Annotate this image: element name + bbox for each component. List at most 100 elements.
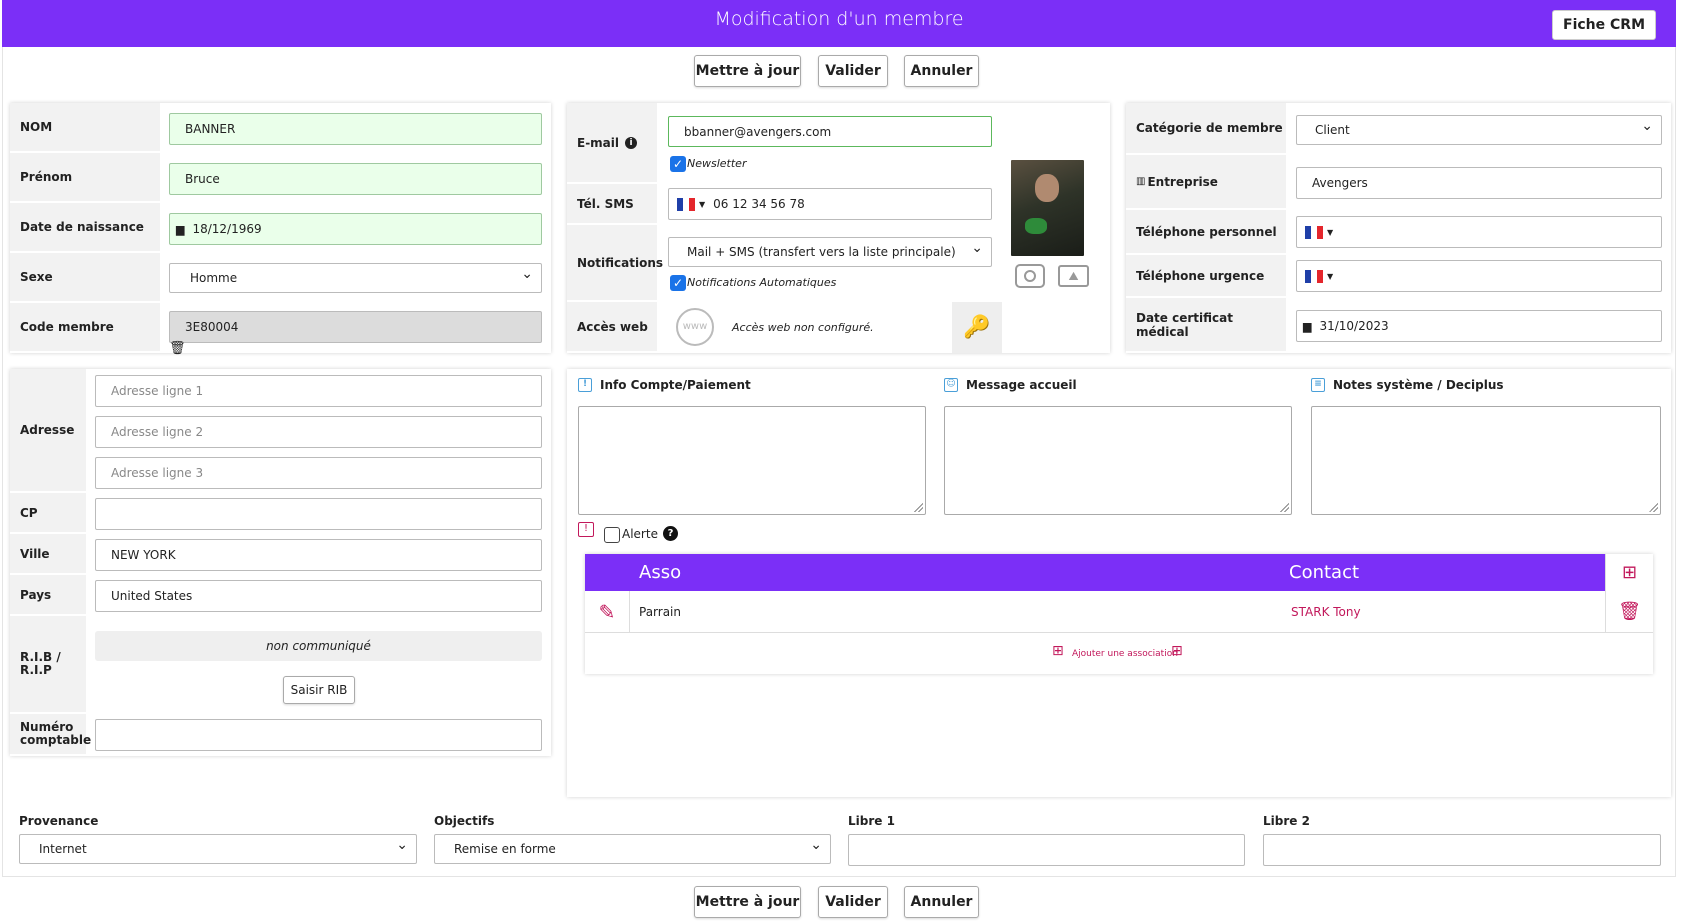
- dob-input[interactable]: ▆ 18/12/1969: [169, 213, 542, 245]
- pays-input[interactable]: United States: [95, 580, 542, 612]
- add-doc-left-icon[interactable]: ⊞: [1052, 643, 1064, 659]
- alert-icon: !: [578, 522, 594, 537]
- camera-lens: [1024, 270, 1036, 282]
- cp-input[interactable]: [95, 498, 542, 530]
- nom-input[interactable]: BANNER: [169, 113, 542, 145]
- address-line2-input[interactable]: Adresse ligne 2: [95, 416, 542, 448]
- libre1-label: Libre 1: [848, 814, 895, 828]
- welcome-msg-label-text: Message accueil: [966, 378, 1077, 392]
- france-flag-icon[interactable]: [1305, 225, 1323, 239]
- dropdown-arrow-icon[interactable]: ▼: [699, 200, 705, 209]
- info-note-icon: !: [578, 378, 592, 392]
- phone-urgent-input[interactable]: ▼: [1296, 260, 1662, 292]
- code-label: Code membre: [10, 303, 160, 353]
- dropdown-arrow-icon[interactable]: ▼: [1327, 272, 1333, 281]
- objectifs-value: Remise en forme: [454, 842, 556, 856]
- welcome-msg-label: ☺ Message accueil: [944, 378, 1077, 392]
- ville-label: Ville: [10, 534, 86, 575]
- email-input[interactable]: bbanner@avengers.com: [668, 116, 992, 147]
- rib-label-line2: R.I.P: [20, 663, 52, 677]
- category-value: Client: [1315, 123, 1350, 137]
- update-button-top[interactable]: Mettre à jour: [694, 55, 801, 87]
- prenom-input[interactable]: Bruce: [169, 163, 542, 195]
- rib-status: non communiqué: [95, 631, 542, 661]
- sexe-select[interactable]: Homme: [169, 263, 542, 293]
- photo-green-hand: [1025, 218, 1047, 234]
- france-flag-icon[interactable]: [1305, 269, 1323, 283]
- provenance-select[interactable]: Internet: [19, 834, 417, 864]
- auto-notif-checkbox[interactable]: ✓: [670, 275, 686, 291]
- crm-sheet-button[interactable]: Fiche CRM: [1552, 10, 1656, 40]
- address-line3-input[interactable]: Adresse ligne 3: [95, 457, 542, 489]
- france-flag-icon[interactable]: [677, 197, 695, 211]
- sexe-label: Sexe: [10, 253, 160, 303]
- info-account-textarea[interactable]: [578, 406, 926, 515]
- add-doc-icon[interactable]: ⊞: [1605, 554, 1653, 591]
- dob-label: Date de naissance: [10, 203, 160, 253]
- libre1-input[interactable]: [848, 834, 1245, 866]
- newsletter-checkbox[interactable]: ✓: [670, 156, 686, 172]
- add-association-link[interactable]: Ajouter une association: [1072, 649, 1178, 659]
- enter-rib-button[interactable]: Saisir RIB: [283, 676, 355, 704]
- system-notes-label: ≡ Notes système / Deciplus: [1311, 378, 1504, 392]
- calendar-icon: ▆: [1303, 319, 1312, 333]
- pays-label: Pays: [10, 575, 86, 616]
- col-contact-header: Contact: [1289, 562, 1360, 583]
- libre2-input[interactable]: [1263, 834, 1661, 866]
- welcome-note-icon: ☺: [944, 378, 958, 392]
- company-label-text: Entreprise: [1147, 174, 1218, 189]
- building-icon: ▥: [1136, 176, 1146, 187]
- web-access-config-icon[interactable]: 🔑: [952, 302, 1002, 353]
- web-status: Accès web non configuré.: [732, 321, 874, 334]
- code-input: 3E80004: [169, 311, 542, 343]
- company-label: ▥ Entreprise: [1126, 155, 1286, 210]
- address-line1-input[interactable]: Adresse ligne 1: [95, 375, 542, 407]
- sms-input[interactable]: ▼ 06 12 34 56 78: [668, 188, 992, 220]
- objectifs-select[interactable]: Remise en forme: [434, 834, 831, 864]
- category-select[interactable]: Client: [1296, 115, 1662, 145]
- info-icon[interactable]: i: [625, 136, 638, 149]
- validate-button-bottom[interactable]: Valider: [818, 886, 888, 918]
- info-account-label-text: Info Compte/Paiement: [600, 378, 751, 392]
- help-icon[interactable]: ?: [663, 526, 678, 541]
- photo-face: [1035, 174, 1059, 202]
- medical-input[interactable]: ▆ 31/10/2023: [1296, 310, 1662, 342]
- association-header: [585, 554, 1605, 591]
- trash-icon[interactable]: 🗑: [169, 341, 186, 356]
- phone-personal-input[interactable]: ▼: [1296, 216, 1662, 248]
- row-contact-link[interactable]: STARK Tony: [1291, 605, 1361, 619]
- provenance-value: Internet: [39, 842, 87, 856]
- camera-icon[interactable]: [1015, 264, 1045, 288]
- alert-checkbox[interactable]: [604, 527, 620, 543]
- row-asso-cell: Parrain: [639, 605, 681, 619]
- ville-input[interactable]: NEW YORK: [95, 539, 542, 571]
- company-input[interactable]: Avengers: [1296, 167, 1662, 199]
- provenance-label: Provenance: [19, 814, 99, 828]
- notif-select[interactable]: Mail + SMS (transfert vers la liste prin…: [668, 237, 992, 267]
- member-photo: [1011, 160, 1084, 256]
- edit-pencil-icon[interactable]: ✎: [585, 591, 630, 633]
- alert-label: Alerte: [622, 527, 658, 541]
- header-bar: Modification d'un membre Fiche CRM: [2, 0, 1676, 47]
- email-label: E-mail i: [567, 103, 657, 184]
- update-button-bottom[interactable]: Mettre à jour: [694, 886, 801, 918]
- cancel-button-top[interactable]: Annuler: [904, 55, 979, 87]
- calendar-icon: ▆: [176, 222, 185, 236]
- delete-trash-icon[interactable]: 🗑: [1605, 591, 1653, 633]
- system-notes-textarea[interactable]: [1311, 406, 1661, 515]
- dropdown-arrow-icon[interactable]: ▼: [1327, 228, 1333, 237]
- newsletter-label: Newsletter: [687, 157, 747, 170]
- image-icon[interactable]: ⛰: [1058, 265, 1089, 287]
- auto-notif-label: Notifications Automatiques: [687, 276, 837, 289]
- objectifs-label: Objectifs: [434, 814, 495, 828]
- email-label-text: E-mail: [577, 135, 620, 150]
- welcome-msg-textarea[interactable]: [944, 406, 1292, 515]
- validate-button-top[interactable]: Valider: [818, 55, 888, 87]
- cp-label: CP: [10, 493, 86, 534]
- dob-value: 18/12/1969: [192, 222, 262, 236]
- libre2-label: Libre 2: [1263, 814, 1310, 828]
- add-doc-right-icon[interactable]: ⊞: [1171, 643, 1183, 659]
- cancel-button-bottom[interactable]: Annuler: [904, 886, 979, 918]
- account-input[interactable]: [95, 719, 542, 751]
- rib-label: R.I.B / R.I.P: [10, 616, 86, 714]
